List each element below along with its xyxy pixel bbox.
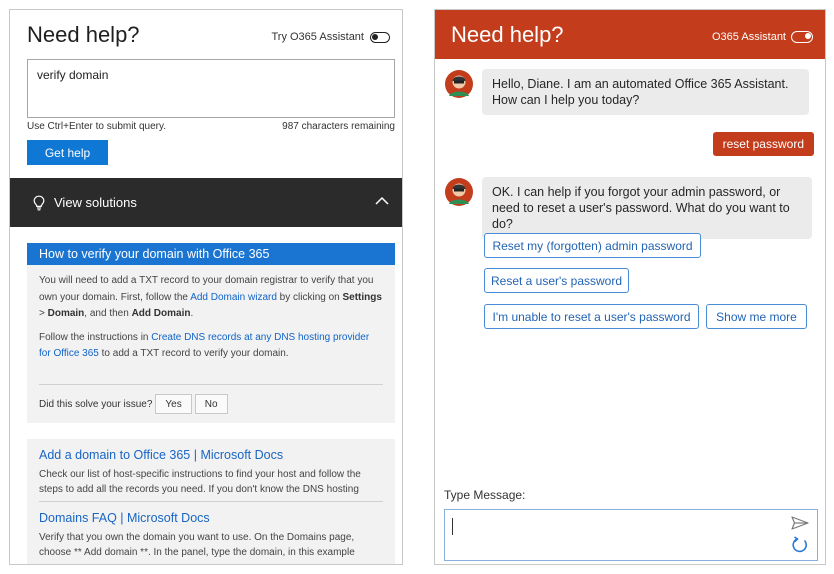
chevron-up-icon[interactable] xyxy=(375,196,389,206)
yes-button[interactable]: Yes xyxy=(155,394,192,414)
doc-link-domains-faq[interactable]: Domains FAQ | Microsoft Docs xyxy=(39,511,383,525)
solution-paragraph-2: Follow the instructions in Create DNS re… xyxy=(39,330,383,363)
toggle-icon[interactable] xyxy=(791,31,813,43)
feedback-question: Did this solve your issue? xyxy=(39,398,153,410)
help-panel-classic: Need help? Try O365 Assistant verify dom… xyxy=(9,9,403,565)
bot-message: Hello, Diane. I am an automated Office 3… xyxy=(482,69,809,115)
solution-body: You will need to add a TXT record to you… xyxy=(27,265,395,363)
assistant-toggle[interactable]: Try O365 Assistant xyxy=(271,31,390,43)
assistant-toggle-label: Try O365 Assistant xyxy=(271,31,364,43)
bot-message: OK. I can help if you forgot your admin … xyxy=(482,177,812,239)
text-caret xyxy=(452,518,453,535)
solution-bold-domain: Domain xyxy=(47,308,85,319)
assistant-toggle-label: O365 Assistant xyxy=(712,31,786,43)
send-icon[interactable] xyxy=(791,516,809,530)
option-reset-admin-password[interactable]: Reset my (forgotten) admin password xyxy=(484,233,701,258)
chat-title: Need help? xyxy=(451,22,564,47)
solution-bold-add-domain: Add Domain xyxy=(131,308,191,319)
solution-bold-settings: Settings xyxy=(342,291,382,303)
add-domain-wizard-link[interactable]: Add Domain wizard xyxy=(190,292,277,303)
view-solutions-bar[interactable]: View solutions xyxy=(10,178,402,227)
bot-avatar-icon xyxy=(445,178,473,206)
refresh-icon[interactable] xyxy=(791,536,809,554)
chat-header: Need help? O365 Assistant xyxy=(435,10,825,59)
divider xyxy=(39,384,383,385)
feedback-row: Did this solve your issue? Yes No xyxy=(39,394,228,414)
get-help-button[interactable]: Get help xyxy=(27,140,108,165)
doc-snippet: Check our list of host-specific instruct… xyxy=(39,469,361,495)
solution-text: Follow the instructions in xyxy=(39,331,152,343)
message-input[interactable] xyxy=(444,509,818,561)
solution-card: How to verify your domain with Office 36… xyxy=(27,243,395,423)
solution-text: to add a TXT record to verify your domai… xyxy=(98,348,289,359)
page-title: Need help? xyxy=(27,22,140,47)
option-unable-to-reset[interactable]: I'm unable to reset a user's password xyxy=(484,304,699,329)
option-show-more[interactable]: Show me more xyxy=(706,304,807,329)
chars-remaining: 987 characters remaining xyxy=(282,121,395,132)
query-input[interactable]: verify domain xyxy=(27,59,395,118)
help-panel-header: Need help? Try O365 Assistant xyxy=(27,22,390,52)
solution-text: by clicking on xyxy=(276,291,343,303)
assistant-toggle[interactable]: O365 Assistant xyxy=(712,31,813,43)
no-button[interactable]: No xyxy=(194,394,228,414)
solution-paragraph-1: You will need to add a TXT record to you… xyxy=(39,273,383,323)
bot-avatar-icon xyxy=(445,70,473,98)
divider xyxy=(39,501,383,502)
doc-link-add-domain[interactable]: Add a domain to Office 365 | Microsoft D… xyxy=(39,448,383,462)
solution-title: How to verify your domain with Office 36… xyxy=(27,243,395,265)
solution-text: . xyxy=(190,308,194,319)
assistant-chat-panel: Need help? O365 Assistant Hello, Diane. … xyxy=(434,9,826,565)
lightbulb-icon xyxy=(33,195,45,210)
toggle-icon[interactable] xyxy=(370,31,390,43)
type-message-label: Type Message: xyxy=(444,488,526,502)
doc-snippet: Verify that you own the domain you want … xyxy=(39,532,355,558)
view-solutions-label: View solutions xyxy=(54,195,137,210)
docs-results: Add a domain to Office 365 | Microsoft D… xyxy=(27,439,395,564)
option-reset-user-password[interactable]: Reset a user's password xyxy=(484,268,629,293)
submit-hint: Use Ctrl+Enter to submit query. xyxy=(27,121,167,132)
solution-text: , and then xyxy=(84,308,132,319)
user-message: reset password xyxy=(712,132,814,156)
solution-text: > xyxy=(39,308,48,319)
query-hint-row: Use Ctrl+Enter to submit query. 987 char… xyxy=(27,121,395,132)
